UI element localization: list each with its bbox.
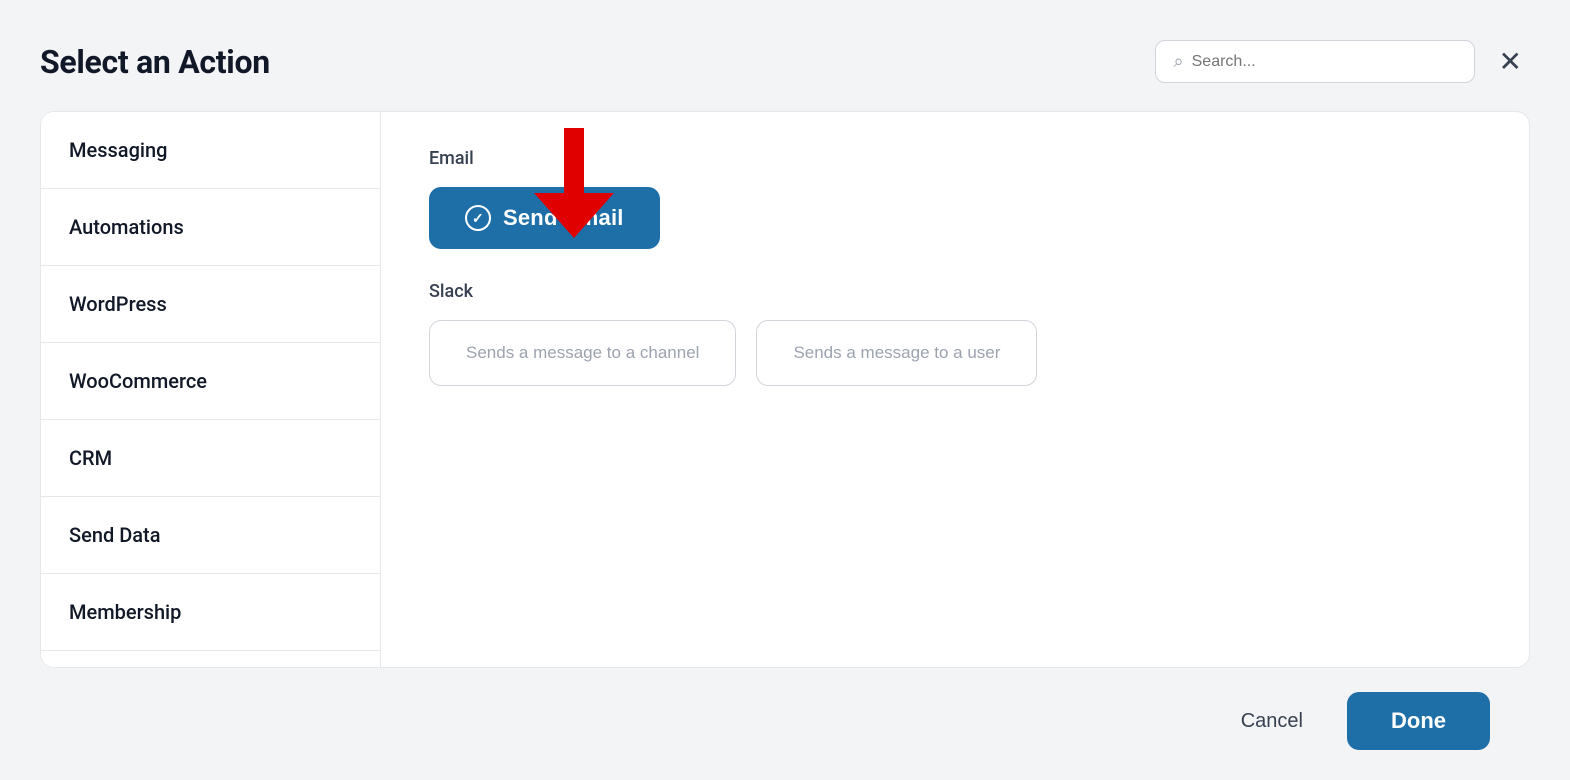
dialog-header: Select an Action ⌕ ✕ [40,40,1530,83]
dialog-backdrop: Select an Action ⌕ ✕ Messaging Automatio… [0,0,1570,780]
done-button[interactable]: Done [1347,692,1490,750]
sidebar-item-automations[interactable]: Automations [41,189,380,266]
search-box[interactable]: ⌕ [1155,40,1475,83]
dialog-body: Messaging Automations WordPress WooComme… [40,111,1530,668]
sidebar-item-membership[interactable]: Membership [41,574,380,651]
dialog-title: Select an Action [40,43,270,81]
dialog-footer: Cancel Done [40,672,1530,750]
slack-options: Sends a message to a channel Sends a mes… [429,320,1481,386]
sidebar-item-crm[interactable]: CRM [41,420,380,497]
header-right: ⌕ ✕ [1155,40,1530,83]
check-circle-icon: ✓ [465,205,491,231]
main-content: Email ✓ Send Email Slack Sends a message… [381,112,1529,667]
slack-section-label: Slack [429,281,1481,302]
sidebar-item-wordpress[interactable]: WordPress [41,266,380,343]
sidebar-item-send-data[interactable]: Send Data [41,497,380,574]
slack-user-button[interactable]: Sends a message to a user [756,320,1037,386]
sidebar-wrapper: Messaging Automations WordPress WooComme… [41,112,381,667]
sidebar-item-woocommerce[interactable]: WooCommerce [41,343,380,420]
cancel-button[interactable]: Cancel [1221,698,1323,745]
sidebar-item-messaging[interactable]: Messaging [41,112,380,189]
slack-section: Slack Sends a message to a channel Sends… [429,281,1481,386]
red-arrow-indicator [534,128,614,242]
search-icon: ⌕ [1174,51,1184,72]
sidebar: Messaging Automations WordPress WooComme… [41,112,381,667]
close-button[interactable]: ✕ [1491,44,1530,80]
slack-channel-button[interactable]: Sends a message to a channel [429,320,736,386]
red-arrow-svg [534,128,614,238]
search-input[interactable] [1192,53,1456,71]
